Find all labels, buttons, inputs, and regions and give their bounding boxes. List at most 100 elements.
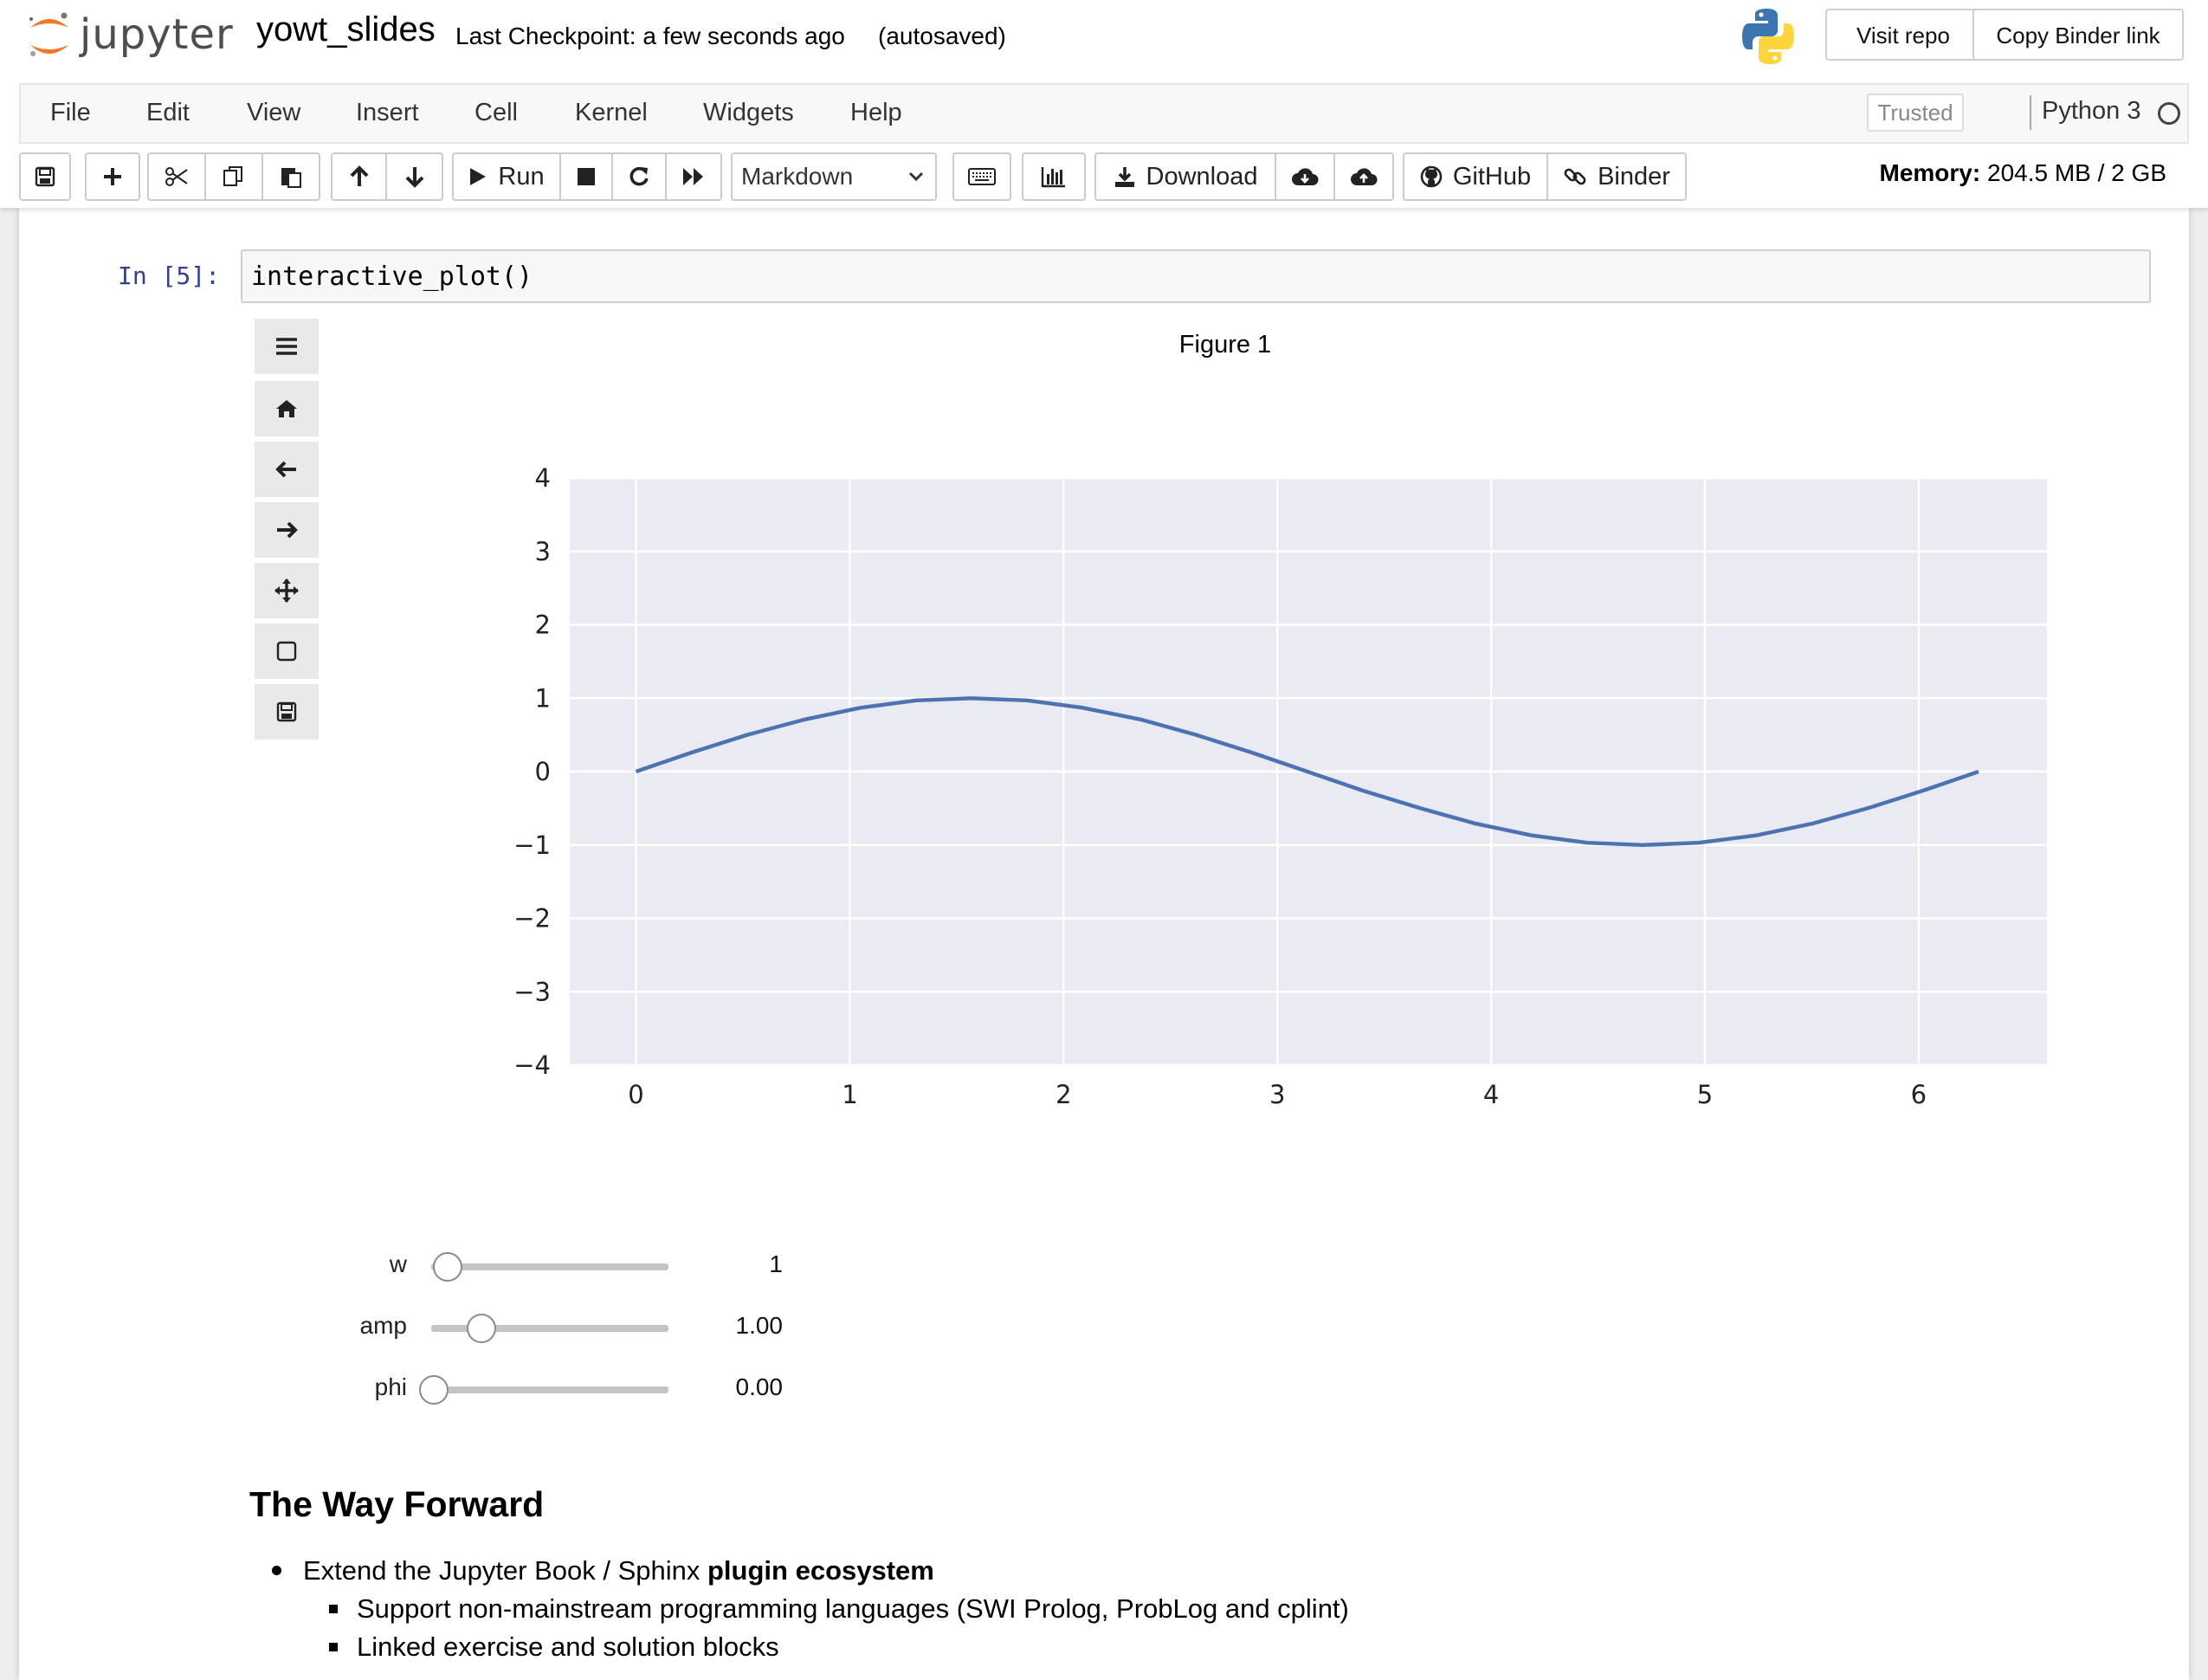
arrow-down-icon: [405, 167, 423, 188]
download-button[interactable]: Download: [1096, 154, 1276, 199]
memory-label: Memory:: [1879, 159, 1981, 186]
github-icon: [1420, 165, 1443, 188]
y-tick-label: 0: [535, 757, 551, 786]
slider-amp-label: amp: [359, 1312, 407, 1339]
binder-button[interactable]: Binder: [1548, 154, 1685, 199]
keyboard-shortcuts-button[interactable]: [954, 154, 1010, 199]
download-label: Download: [1146, 162, 1258, 191]
cut-button[interactable]: [149, 154, 206, 199]
hamburger-icon: [276, 338, 297, 355]
sub-list-item: Support non-mainstream programming langu…: [329, 1593, 1349, 1625]
visit-repo-button[interactable]: Visit repo: [1825, 9, 1981, 61]
python-logo-icon: [1740, 7, 1796, 66]
mpl-home-button[interactable]: [255, 381, 319, 436]
menu-file[interactable]: File: [50, 99, 91, 127]
mpl-forward-button[interactable]: [255, 502, 319, 558]
mpl-save-button[interactable]: [255, 684, 319, 740]
menu-help[interactable]: Help: [850, 99, 902, 127]
binder-label: Binder: [1598, 162, 1670, 191]
download-icon: [1114, 167, 1134, 187]
restart-button[interactable]: [613, 154, 667, 199]
kernel-divider: [2030, 95, 2031, 130]
slider-phi-track[interactable]: [431, 1386, 668, 1393]
play-icon: [470, 168, 487, 185]
arrow-right-icon: [277, 521, 298, 539]
autosave-status: (autosaved): [878, 23, 1006, 49]
github-label: GitHub: [1452, 162, 1532, 191]
y-tick-label: 4: [535, 463, 551, 493]
mpl-zoom-button[interactable]: [255, 624, 319, 679]
kernel-name[interactable]: Python 3: [2042, 97, 2140, 126]
menu-kernel[interactable]: Kernel: [575, 99, 648, 127]
y-tick-label: −1: [513, 830, 551, 860]
run-button[interactable]: Run: [454, 154, 561, 199]
cloud-download-button[interactable]: [1276, 154, 1335, 199]
cloud-upload-icon: [1351, 168, 1378, 185]
y-tick-label: −4: [513, 1050, 551, 1080]
notebook-header: jupyter yowt_slides Last Checkpoint: a f…: [0, 0, 2208, 208]
x-tick-label: 3: [1269, 1080, 1285, 1109]
menu-widgets[interactable]: Widgets: [703, 99, 794, 127]
menu-edit[interactable]: Edit: [146, 99, 190, 127]
resource-usage-button[interactable]: [1023, 154, 1084, 199]
copy-icon: [223, 166, 242, 186]
bullet-dot: [272, 1566, 281, 1575]
notebook-name[interactable]: yowt_slides: [256, 10, 436, 49]
edit-group: [147, 152, 320, 201]
keyboard-group: [952, 152, 1011, 201]
bullet-square: [329, 1605, 338, 1613]
slider-w-track[interactable]: [431, 1263, 668, 1270]
interrupt-button[interactable]: [561, 154, 613, 199]
markdown-heading: The Way Forward: [249, 1484, 545, 1524]
x-tick-label: 5: [1697, 1080, 1713, 1109]
slider-phi-value: 0.00: [735, 1373, 784, 1400]
download-group: Download: [1094, 152, 1394, 201]
code-text[interactable]: interactive_plot(): [251, 262, 533, 292]
line-chart[interactable]: 4 3 2 1 0 −1 −2 −3 −4 0 1 2 3 4 5 6: [485, 450, 2078, 1126]
menu-insert[interactable]: Insert: [356, 99, 419, 127]
insert-cell-button[interactable]: [87, 154, 139, 199]
memory-value: 204.5 MB / 2 GB: [1987, 159, 2166, 186]
move-up-button[interactable]: [332, 154, 387, 199]
slider-amp-handle[interactable]: [466, 1314, 496, 1343]
memory-usage: Memory: 204.5 MB / 2 GB: [1880, 159, 2166, 187]
paste-button[interactable]: [263, 154, 319, 199]
save-button[interactable]: [21, 154, 69, 199]
list-item-text: Extend the Jupyter Book / Sphinx: [303, 1555, 707, 1586]
github-button[interactable]: GitHub: [1404, 154, 1548, 199]
trusted-indicator[interactable]: Trusted: [1867, 94, 1964, 132]
bar-chart-icon: [1041, 167, 1065, 188]
cloud-upload-button[interactable]: [1335, 154, 1392, 199]
restart-run-all-button[interactable]: [667, 154, 720, 199]
y-tick-label: 1: [535, 683, 551, 713]
restart-icon: [629, 166, 649, 186]
home-icon: [276, 400, 297, 417]
stop-icon: [578, 168, 595, 185]
sub-list-item: Linked exercise and solution blocks: [329, 1632, 779, 1663]
menubar: File Edit View Insert Cell Kernel Widget…: [19, 83, 2189, 144]
insert-group: [85, 152, 140, 201]
jupyter-logo[interactable]: jupyter: [26, 9, 234, 64]
copy-binder-link-button[interactable]: Copy Binder link: [1972, 9, 2184, 61]
x-tick-label: 1: [842, 1080, 857, 1109]
jupyter-logo-icon: [29, 12, 68, 56]
mpl-back-button[interactable]: [255, 442, 319, 497]
x-tick-label: 2: [1056, 1080, 1071, 1109]
y-tick-label: −2: [513, 904, 551, 934]
figure-title: Figure 1: [1178, 331, 1272, 359]
cell-type-select[interactable]: Markdown: [731, 152, 937, 201]
plus-icon: [104, 168, 121, 185]
menu-view[interactable]: View: [247, 99, 300, 127]
sub-list-item-text: Support non-mainstream programming langu…: [357, 1593, 1349, 1624]
move-down-button[interactable]: [387, 154, 442, 199]
mpl-pan-button[interactable]: [255, 563, 319, 618]
move-arrows-icon: [274, 578, 299, 603]
scissors-icon: [165, 167, 188, 186]
copy-button[interactable]: [206, 154, 263, 199]
checkpoint-status: Last Checkpoint: a few seconds ago: [455, 23, 845, 49]
menu-cell[interactable]: Cell: [475, 99, 518, 127]
slider-phi-handle[interactable]: [419, 1375, 449, 1405]
mpl-menu-button[interactable]: [255, 319, 319, 374]
code-cell-input[interactable]: interactive_plot(): [241, 249, 2151, 303]
run-label: Run: [498, 162, 545, 191]
